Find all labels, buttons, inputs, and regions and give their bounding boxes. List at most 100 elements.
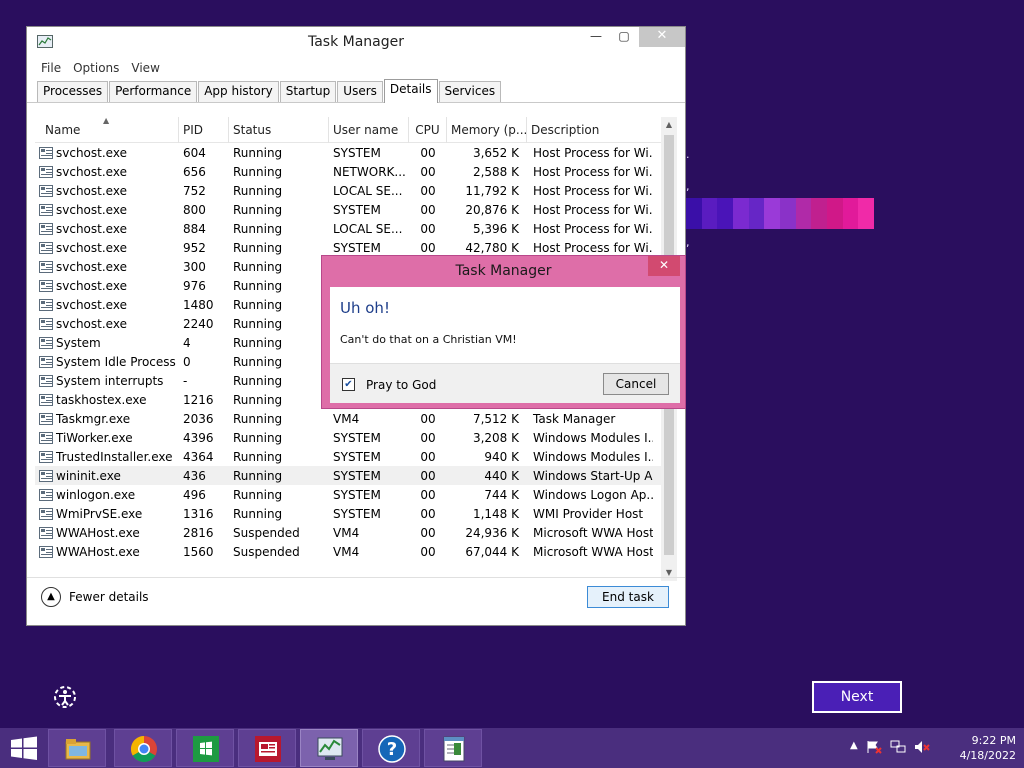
tab-app-history[interactable]: App history xyxy=(198,81,279,102)
tab-processes[interactable]: Processes xyxy=(37,81,109,102)
menu-file[interactable]: File xyxy=(35,61,67,75)
table-row[interactable]: svchost.exe 752 Running LOCAL SE... 00 11,792… xyxy=(35,181,677,200)
column-header-memory[interactable]: Memory (p... xyxy=(447,117,527,143)
cell-name: svchost.exe xyxy=(35,298,179,312)
cell-name: Taskmgr.exe xyxy=(35,412,179,426)
maximize-button[interactable]: ▢ xyxy=(611,27,637,47)
cell-pid: 1560 xyxy=(183,544,214,559)
cell-name: taskhostex.exe xyxy=(35,393,179,407)
menu-options[interactable]: Options xyxy=(67,61,125,75)
network-icon[interactable] xyxy=(890,740,906,754)
cell-status: Running xyxy=(233,202,283,217)
bg-fragment-dot: . xyxy=(686,148,690,161)
strip-cell xyxy=(795,198,812,229)
next-button[interactable]: Next xyxy=(812,681,902,713)
cancel-button[interactable]: Cancel xyxy=(603,373,669,395)
store-icon xyxy=(193,736,219,762)
process-icon xyxy=(39,545,53,558)
table-row[interactable]: WWAHost.exe 2816 Suspended VM4 00 24,936 K Mic… xyxy=(35,523,677,542)
clock[interactable]: 9:22 PM 4/18/2022 xyxy=(946,733,1016,763)
process-name: svchost.exe xyxy=(56,297,127,312)
cell-mem: 1,148 K xyxy=(472,506,519,521)
windows-start-icon[interactable] xyxy=(0,728,48,768)
pray-checkbox-label[interactable]: Pray to God xyxy=(366,378,436,392)
cell-mem: 3,652 K xyxy=(472,145,519,160)
ease-of-access-icon[interactable] xyxy=(52,684,78,710)
scroll-up-icon[interactable]: ▲ xyxy=(661,117,677,133)
process-icon xyxy=(39,241,53,254)
taskbar-news[interactable] xyxy=(238,729,296,767)
taskbar-store[interactable] xyxy=(176,729,234,767)
table-row[interactable]: WmiPrvSE.exe 1316 Running SYSTEM 00 1,148 K WM… xyxy=(35,504,677,523)
cell-mem: 940 K xyxy=(484,449,519,464)
tab-services[interactable]: Services xyxy=(438,81,502,102)
taskbar-help[interactable]: ? xyxy=(362,729,420,767)
fewer-details-button[interactable]: ▲ Fewer details xyxy=(41,587,149,607)
dialog-body: Uh oh! Can't do that on a Christian VM! … xyxy=(330,287,680,403)
table-row[interactable]: wininit.exe 436 Running SYSTEM 00 440 K Window… xyxy=(35,466,677,485)
column-header-description[interactable]: Description xyxy=(527,117,657,143)
cell-pid: 436 xyxy=(183,468,206,483)
tab-startup[interactable]: Startup xyxy=(279,81,337,102)
table-row[interactable]: svchost.exe 800 Running SYSTEM 00 20,876 K Hos… xyxy=(35,200,677,219)
cell-desc: Task Manager xyxy=(533,411,616,426)
table-row[interactable]: svchost.exe 884 Running LOCAL SE... 00 5,396 … xyxy=(35,219,677,238)
table-row[interactable]: svchost.exe 604 Running SYSTEM 00 3,652 K Host… xyxy=(35,143,677,162)
cell-name: svchost.exe xyxy=(35,184,179,198)
cell-pid: 1216 xyxy=(183,392,214,407)
table-row[interactable]: Taskmgr.exe 2036 Running VM4 00 7,512 K Task M… xyxy=(35,409,677,428)
cell-user: VM4 xyxy=(333,525,360,540)
task-manager-taskbar-icon xyxy=(317,737,343,760)
column-header-status[interactable]: Status xyxy=(229,117,329,143)
column-header-user[interactable]: User name xyxy=(329,117,409,143)
volume-muted-icon[interactable] xyxy=(914,740,930,754)
process-icon xyxy=(39,450,53,463)
cell-user: LOCAL SE... xyxy=(333,183,403,198)
cell-pid: 496 xyxy=(183,487,206,502)
table-row[interactable]: TrustedInstaller.exe 4364 Running SYSTEM 00 9… xyxy=(35,447,677,466)
chrome-icon xyxy=(130,735,157,763)
table-row[interactable]: TiWorker.exe 4396 Running SYSTEM 00 3,208 K Wi… xyxy=(35,428,677,447)
cell-mem: 3,208 K xyxy=(472,430,519,445)
end-task-button[interactable]: End task xyxy=(587,586,669,608)
column-header-pid[interactable]: PID xyxy=(179,117,229,143)
process-name: System Idle Process xyxy=(56,354,176,369)
tab-details[interactable]: Details xyxy=(383,79,438,103)
pray-checkbox[interactable]: ✔ xyxy=(342,378,355,391)
cell-mem: 11,792 K xyxy=(465,183,519,198)
strip-cell xyxy=(733,198,749,229)
tab-users[interactable]: Users xyxy=(337,81,383,102)
taskbar-file-explorer[interactable] xyxy=(48,729,106,767)
process-name: winlogon.exe xyxy=(56,487,136,502)
dialog-close-button[interactable]: ✕ xyxy=(648,256,680,276)
cell-pid: 752 xyxy=(183,183,206,198)
taskbar-task-manager[interactable] xyxy=(300,729,358,767)
notepad-icon xyxy=(443,736,465,762)
tab-strip: Processes Performance App history Startu… xyxy=(27,79,685,103)
process-icon xyxy=(39,298,53,311)
cell-name: WWAHost.exe xyxy=(35,545,179,559)
minimize-button[interactable]: — xyxy=(583,27,609,47)
cell-user: SYSTEM xyxy=(333,145,381,160)
cell-desc: Host Process for Wi... xyxy=(533,183,653,198)
tab-performance[interactable]: Performance xyxy=(109,81,198,102)
cell-status: Running xyxy=(233,411,283,426)
menu-view[interactable]: View xyxy=(125,61,165,75)
show-hidden-icons-icon[interactable]: ▲ xyxy=(850,740,858,754)
cell-user: SYSTEM xyxy=(333,240,381,255)
process-name: wininit.exe xyxy=(56,468,121,483)
column-header-cpu[interactable]: CPU xyxy=(409,117,447,143)
chevron-up-icon: ▲ xyxy=(41,587,61,607)
action-center-flag-icon[interactable] xyxy=(866,740,882,754)
table-row[interactable]: WWAHost.exe 1560 Suspended VM4 00 67,044 K Mic… xyxy=(35,542,677,561)
table-row[interactable]: winlogon.exe 496 Running SYSTEM 00 744 K Windo… xyxy=(35,485,677,504)
strip-cell xyxy=(748,198,765,229)
taskbar-chrome[interactable] xyxy=(114,729,172,767)
cell-user: SYSTEM xyxy=(333,487,381,502)
taskbar-notepad[interactable] xyxy=(424,729,482,767)
table-row[interactable]: svchost.exe 656 Running NETWORK... 00 2,588 K… xyxy=(35,162,677,181)
close-button[interactable]: ✕ xyxy=(639,27,685,47)
process-icon xyxy=(39,507,53,520)
process-icon xyxy=(39,355,53,368)
cell-mem: 20,876 K xyxy=(465,202,519,217)
